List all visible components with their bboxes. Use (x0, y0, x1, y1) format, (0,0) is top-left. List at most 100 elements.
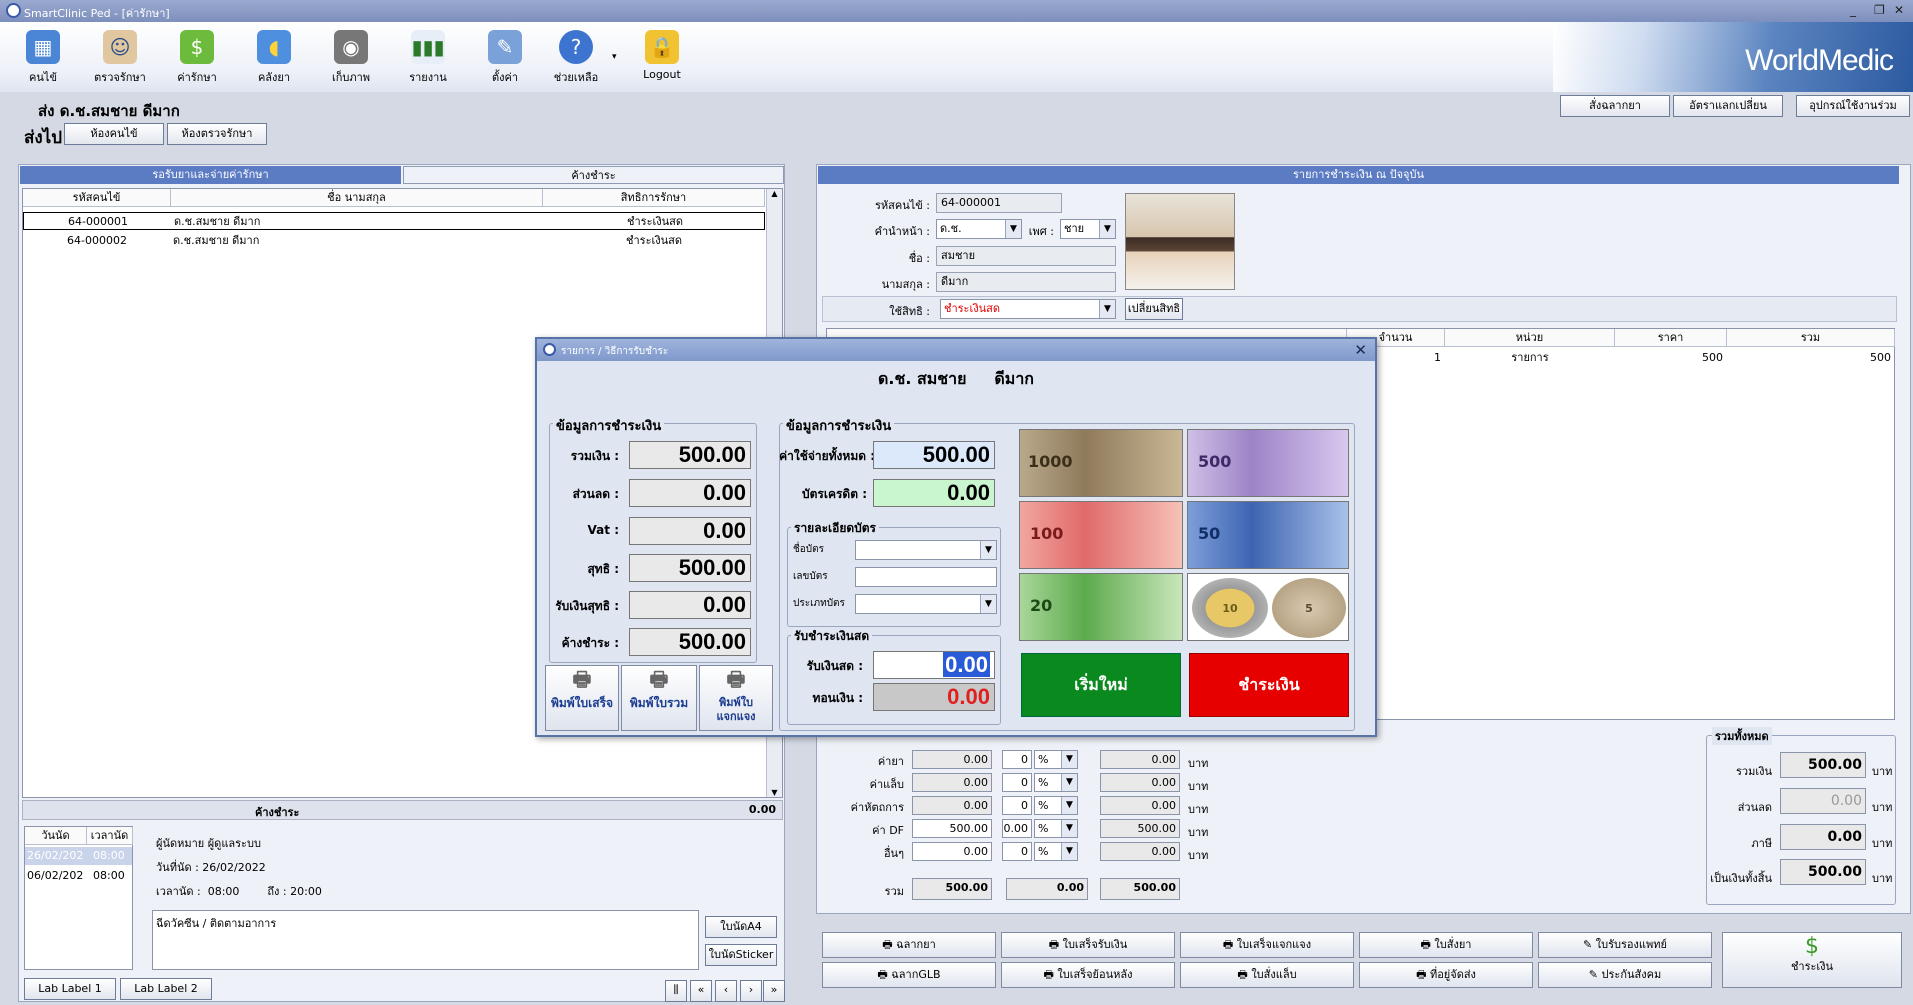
chevron-down-icon[interactable]: ▼ (1061, 751, 1077, 768)
col-header[interactable]: สิทธิการรักษา (543, 189, 765, 207)
lab-order-button[interactable]: 🖶 ใบสั่งแล็บ (1180, 962, 1354, 988)
tab-pending[interactable]: ค้างชำระ (403, 166, 784, 184)
toolbar-examine[interactable]: ☺ ตรวจรักษา (85, 30, 155, 86)
banknote-1000[interactable]: 1000 (1019, 429, 1183, 497)
lab-label-2-button[interactable]: Lab Label 2 (120, 978, 212, 1000)
amount-value: 500.00 (629, 554, 751, 582)
chevron-down-icon[interactable]: ▼ (1061, 843, 1077, 860)
chevron-down-icon[interactable]: ▼ (1005, 220, 1021, 238)
card-number-input[interactable] (855, 567, 997, 587)
appt-note-field[interactable]: ฉีดวัคซีน / ติดตามอาการ (152, 910, 699, 970)
nav-last-icon[interactable]: » (763, 980, 785, 1002)
toolbar-patient[interactable]: ▦ คนไข้ (8, 30, 78, 86)
discount-input[interactable]: 0 (1002, 796, 1032, 815)
banknote-500[interactable]: 500 (1187, 429, 1349, 497)
lab-label-1-button[interactable]: Lab Label 1 (24, 978, 116, 1000)
card-type-select[interactable]: ▼ (855, 594, 997, 614)
change-right-button[interactable]: เปลี่ยนสิทธิ (1125, 298, 1183, 320)
toolbar-pharmacy[interactable]: ◖ คลังยา (239, 30, 309, 86)
print-receipt-button[interactable]: 🖶 พิมพ์ใบเสร็จ (545, 665, 619, 731)
charge-value[interactable]: 0.00 (912, 842, 992, 861)
chevron-down-icon[interactable]: ▼ (1099, 300, 1115, 318)
discount-input[interactable]: 0 (1002, 750, 1032, 769)
close-icon[interactable]: ✕ (1894, 3, 1904, 17)
shipping-address-button[interactable]: 🖶 ที่อยู่จัดส่ง (1359, 962, 1533, 988)
scroll-up-icon[interactable]: ▲ (767, 189, 782, 198)
percent-select[interactable]: % ▼ (1034, 796, 1078, 815)
banknote-100[interactable]: 100 (1019, 501, 1183, 569)
past-receipt-button[interactable]: 🖶 ใบเสร็จย้อนหลัง (1001, 962, 1175, 988)
chevron-down-icon[interactable]: ▼ (980, 541, 996, 559)
coin-5[interactable]: 5 (1272, 578, 1346, 638)
percent-select[interactable]: % ▼ (1034, 842, 1078, 861)
discount-input[interactable]: 0 (1002, 773, 1032, 792)
confirm-pay-button[interactable]: ชำระเงิน (1189, 653, 1349, 717)
table-row[interactable]: 64-000002 ด.ช.สมชาย ดีมาก ชำระเงินสด (23, 232, 765, 250)
drug-label-button[interactable]: 🖶 ฉลากยา (822, 932, 996, 958)
charge-value[interactable]: 500.00 (912, 819, 992, 838)
coin-10[interactable]: 10 (1192, 578, 1268, 638)
list-item[interactable]: 26/02/202 08:00 (25, 847, 132, 865)
nav-next-icon[interactable]: › (740, 980, 762, 1002)
exam-room-button[interactable]: ห้องตรวจรักษา (167, 123, 267, 145)
right-select[interactable]: ชำระเงินสด ▼ (940, 299, 1116, 319)
discount-input[interactable]: 0.00 (1002, 819, 1032, 838)
list-item[interactable]: 06/02/202 08:00 (25, 867, 132, 885)
name-label: ชื่อ : (908, 252, 930, 265)
order-label-button[interactable]: สั่งฉลากยา (1560, 95, 1670, 117)
discount-input[interactable]: 0 (1002, 842, 1032, 861)
brand-logo: WorldMedic (1745, 44, 1894, 77)
banknote-20[interactable]: 20 (1019, 573, 1183, 641)
print-itemized-button[interactable]: 🖶 พิมพ์ใบแจกแจง (699, 665, 773, 731)
chevron-down-icon[interactable]: ▼ (1099, 220, 1115, 238)
nav-prev-icon[interactable]: ‹ (715, 980, 737, 1002)
receipt-button[interactable]: 🖶 ใบเสร็จรับเงิน (1001, 932, 1175, 958)
chevron-down-icon[interactable]: ▼ (980, 595, 996, 613)
nav-first-icon[interactable]: « (690, 980, 712, 1002)
nav-grid-icon[interactable]: ⫼ (665, 980, 687, 1002)
chevron-down-icon[interactable]: ▼ (1061, 820, 1077, 837)
toolbar-settings[interactable]: ✎ ตั้งค่า (470, 30, 540, 86)
toolbar-photo[interactable]: ◉ เก็บภาพ (316, 30, 386, 86)
toolbar-help[interactable]: ? ช่วยเหลือ (541, 30, 611, 86)
credit-card-input[interactable]: 0.00 (873, 479, 995, 507)
chevron-down-icon[interactable]: ▼ (1061, 797, 1077, 814)
scroll-down-icon[interactable]: ▼ (767, 788, 782, 797)
chevron-down-icon[interactable]: ▾ (612, 52, 617, 62)
sex-select[interactable]: ชาย ▼ (1060, 219, 1116, 239)
banknote-50[interactable]: 50 (1187, 501, 1349, 569)
percent-select[interactable]: % ▼ (1034, 819, 1078, 838)
minimize-icon[interactable]: _ (1850, 3, 1856, 17)
reset-button[interactable]: เริ่มใหม่ (1021, 653, 1181, 717)
chevron-down-icon[interactable]: ▼ (1061, 774, 1077, 791)
patient-room-button[interactable]: ห้องคนไข้ (64, 123, 164, 145)
pay-button[interactable]: $ ชำระเงิน (1722, 932, 1902, 988)
toolbar-fee[interactable]: $ ค่ารักษา (162, 30, 232, 86)
close-icon[interactable]: ✕ (1354, 341, 1367, 359)
exchange-rate-button[interactable]: อัตราแลกเปลี่ยน (1673, 95, 1783, 117)
itemized-receipt-button[interactable]: 🖶 ใบเสร็จแจกแจง (1180, 932, 1354, 958)
social-security-button[interactable]: ✎ ประกันสังคม (1538, 962, 1712, 988)
card-name-select[interactable]: ▼ (855, 540, 997, 560)
appt-sticker-button[interactable]: ใบนัดSticker (705, 944, 777, 966)
shared-equipment-button[interactable]: อุปกรณ์ใช้งานร่วม (1796, 95, 1910, 117)
dialog-title-bar: รายการ / วิธีการรับชำระ ✕ (537, 339, 1375, 361)
toolbar-logout[interactable]: 🔒 Logout (627, 30, 697, 81)
col-header[interactable]: ชื่อ นามสกุล (171, 189, 543, 207)
percent-select[interactable]: % ▼ (1034, 750, 1078, 769)
table-row[interactable]: 64-000001 ด.ช.สมชาย ดีมาก ชำระเงินสด (23, 212, 765, 230)
percent-select[interactable]: % ▼ (1034, 773, 1078, 792)
prescription-button[interactable]: 🖶 ใบสั่งยา (1359, 932, 1533, 958)
toolbar-report[interactable]: ▮▮▮ รายงาน (393, 30, 463, 86)
medical-certificate-button[interactable]: ✎ ใบรับรองแพทย์ (1538, 932, 1712, 958)
glb-label-button[interactable]: 🖶 ฉลากGLB (822, 962, 996, 988)
print-summary-button[interactable]: 🖶 พิมพ์ใบรวม (621, 665, 697, 731)
money-icon: $ (180, 30, 214, 64)
appt-a4-button[interactable]: ใบนัดA4 (705, 916, 777, 938)
tab-waiting[interactable]: รอรับยาและจ่ายค่ารักษา (20, 166, 401, 184)
prefix-select[interactable]: ด.ช. ▼ (936, 219, 1022, 239)
percent-value: % (1038, 822, 1049, 835)
restore-icon[interactable]: ❐ (1874, 3, 1885, 17)
cash-received-input[interactable]: 0.00 (873, 651, 995, 679)
col-header[interactable]: รหัสคนไข้ (23, 189, 171, 207)
